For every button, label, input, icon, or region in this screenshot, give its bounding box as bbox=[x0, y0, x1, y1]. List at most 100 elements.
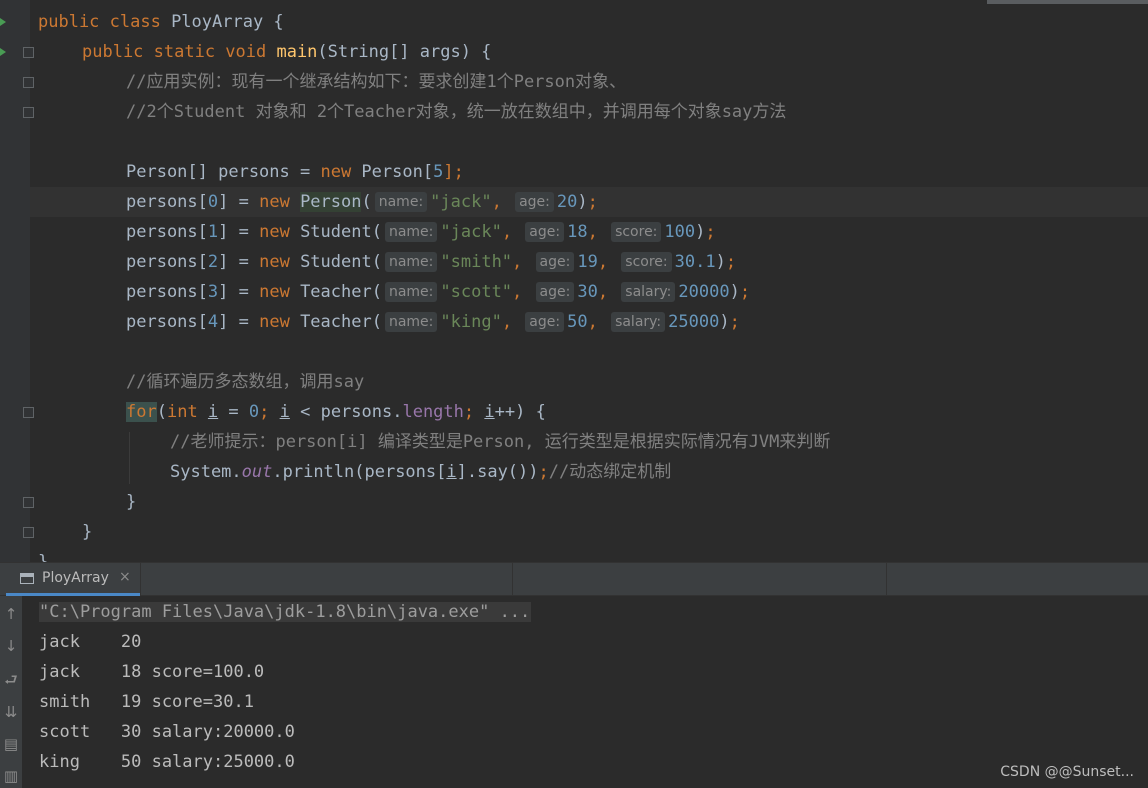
param-hint: age: bbox=[535, 282, 575, 302]
number-literal: 19 bbox=[577, 252, 598, 272]
number-literal: 1 bbox=[207, 222, 219, 242]
run-main-icon[interactable] bbox=[0, 48, 6, 56]
string-literal: "jack" bbox=[440, 222, 502, 242]
variable: i bbox=[207, 402, 219, 422]
keyword: new bbox=[259, 282, 290, 302]
code-text: Person[ bbox=[351, 162, 434, 182]
param-hint: name: bbox=[384, 282, 438, 302]
code-text: ( bbox=[156, 402, 167, 422]
console-output-line: scott 30 salary:20000.0 bbox=[39, 722, 295, 742]
code-line[interactable]: for(int i = 0; i < persons.length; i++) … bbox=[126, 397, 546, 427]
closing-brace[interactable]: } bbox=[82, 517, 92, 547]
code-comment: //动态绑定机制 bbox=[548, 462, 672, 482]
keyword: new bbox=[259, 252, 290, 272]
code-line[interactable]: Person[] persons = new Person[5]; bbox=[126, 157, 464, 187]
watermark: CSDN @@Sunset... bbox=[1000, 764, 1134, 780]
code-text: ] = bbox=[218, 192, 260, 212]
console-output-panel[interactable]: ↑ ↓ ⮐ ⇊ ▤ ▥ "C:\Program Files\Java\jdk-1… bbox=[0, 596, 1148, 788]
header-divider bbox=[140, 563, 141, 595]
number-literal: 2 bbox=[207, 252, 219, 272]
keyword: public static void bbox=[82, 42, 277, 62]
param-hint: name: bbox=[384, 222, 438, 242]
keyword: for bbox=[126, 402, 157, 422]
code-text: Person[] persons = bbox=[126, 162, 321, 182]
code-comment[interactable]: //应用实例：现有一个继承结构如下：要求创建1个Person对象、 bbox=[126, 67, 626, 97]
code-text: (String[] args) { bbox=[317, 42, 492, 62]
closing-brace[interactable]: } bbox=[126, 487, 136, 517]
code-comment[interactable]: //老师提示：person[i] 编译类型是Person, 运行类型是根据实际情… bbox=[170, 427, 830, 457]
console-output-line: smith 19 score=30.1 bbox=[39, 692, 254, 712]
param-hint: name: bbox=[384, 312, 438, 332]
code-text: ; bbox=[538, 462, 549, 482]
code-line[interactable]: persons[2] = new Student(name: "smith", a… bbox=[126, 247, 736, 277]
keyword: new bbox=[320, 162, 352, 182]
code-line[interactable]: persons[4] = new Teacher(name: "king", ag… bbox=[126, 307, 740, 337]
fold-marker-icon[interactable] bbox=[23, 77, 34, 88]
code-line-current[interactable]: persons[0] = new Person(name: "jack", age… bbox=[30, 187, 1148, 217]
param-hint: salary: bbox=[611, 312, 666, 332]
indent-guide bbox=[129, 432, 130, 484]
number-literal: 30 bbox=[577, 282, 598, 302]
fold-marker-icon[interactable] bbox=[23, 497, 34, 508]
code-text: = bbox=[218, 402, 249, 422]
number-literal: 30.1 bbox=[674, 252, 716, 272]
code-text: persons[ bbox=[126, 312, 208, 332]
code-text: persons[ bbox=[126, 252, 208, 272]
run-class-icon[interactable] bbox=[0, 18, 6, 26]
code-line[interactable]: public static void main(String[] args) { bbox=[82, 37, 491, 67]
closing-brace[interactable]: } bbox=[38, 547, 48, 562]
run-tab[interactable]: PloyArray × bbox=[6, 563, 140, 596]
number-literal: 18 bbox=[567, 222, 588, 242]
close-tab-icon[interactable]: × bbox=[119, 569, 131, 585]
code-text: { bbox=[263, 12, 284, 32]
header-divider bbox=[512, 563, 513, 595]
keyword: public class bbox=[38, 12, 172, 32]
class-name: Student bbox=[300, 252, 372, 272]
fold-marker-icon[interactable] bbox=[23, 107, 34, 118]
variable: i bbox=[279, 402, 290, 422]
code-comment[interactable]: //2个Student 对象和 2个Teacher对象，统一放在数组中，并调用每… bbox=[126, 97, 786, 127]
code-comment[interactable]: //循环遍历多态数组，调用say bbox=[126, 367, 364, 397]
code-text: ] = bbox=[218, 312, 260, 332]
code-text: ] = bbox=[218, 222, 260, 242]
class-name: Student bbox=[300, 222, 372, 242]
arrow-down-icon[interactable]: ↓ bbox=[3, 638, 19, 654]
class-name: Teacher bbox=[300, 312, 372, 332]
string-literal: "smith" bbox=[440, 252, 513, 272]
soft-wrap-icon[interactable]: ⮐ bbox=[3, 672, 19, 688]
code-editor[interactable]: public class PloyArray { public static v… bbox=[0, 0, 1148, 562]
header-divider bbox=[886, 563, 887, 595]
java-command: "C:\Program Files\Java\jdk-1.8\bin\java.… bbox=[39, 602, 532, 622]
number-literal: 20000 bbox=[678, 282, 730, 302]
field-name: out bbox=[241, 462, 273, 482]
param-hint: salary: bbox=[621, 282, 676, 302]
param-hint: age: bbox=[535, 252, 575, 272]
arrow-up-icon[interactable]: ↑ bbox=[3, 606, 19, 622]
number-literal: 4 bbox=[207, 312, 219, 332]
code-line[interactable]: System.out.println(persons[i].say());//动… bbox=[170, 457, 671, 487]
fold-marker-icon[interactable] bbox=[23, 527, 34, 538]
code-line[interactable]: persons[1] = new Student(name: "jack", ag… bbox=[126, 217, 716, 247]
variable: i bbox=[484, 402, 495, 422]
horizontal-scrollbar[interactable] bbox=[987, 0, 1148, 4]
code-text: persons[ bbox=[126, 192, 208, 212]
param-hint: name: bbox=[374, 192, 428, 212]
keyword: new bbox=[259, 192, 290, 212]
param-hint: score: bbox=[621, 252, 672, 272]
trash-icon[interactable]: ▥ bbox=[3, 768, 19, 784]
param-hint: age: bbox=[515, 192, 554, 212]
fold-marker-icon[interactable] bbox=[23, 407, 34, 418]
param-hint: score: bbox=[611, 222, 662, 242]
string-literal: "scott" bbox=[440, 282, 513, 302]
code-line[interactable]: public class PloyArray { bbox=[38, 7, 284, 37]
code-line[interactable]: persons[3] = new Teacher(name: "scott", a… bbox=[126, 277, 750, 307]
scroll-to-end-icon[interactable]: ⇊ bbox=[3, 704, 19, 720]
console-output-line: jack 20 bbox=[39, 632, 142, 652]
field-name: length bbox=[402, 402, 464, 422]
method-name: main bbox=[276, 42, 318, 62]
fold-marker-icon[interactable] bbox=[23, 47, 34, 58]
keyword: new bbox=[259, 312, 290, 332]
param-hint: age: bbox=[525, 312, 565, 332]
class-name: Person bbox=[300, 192, 362, 212]
print-icon[interactable]: ▤ bbox=[3, 736, 19, 752]
